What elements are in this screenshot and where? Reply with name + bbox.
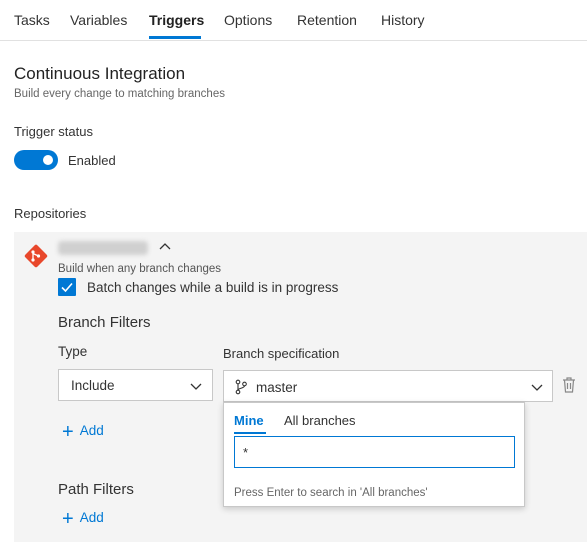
tab-variables[interactable]: Variables <box>70 12 127 28</box>
checkmark-icon <box>61 282 73 293</box>
batch-changes-label: Batch changes while a build is in progre… <box>87 280 339 295</box>
ci-subtitle: Build every change to matching branches <box>14 88 225 100</box>
branch-filters-heading: Branch Filters <box>58 314 151 331</box>
plus-icon: + <box>62 421 74 443</box>
add-branch-filter-label: Add <box>79 423 104 438</box>
tab-retention[interactable]: Retention <box>297 12 357 28</box>
add-path-filter-button[interactable]: + Add <box>62 508 104 531</box>
branch-icon <box>235 379 247 395</box>
ci-title: Continuous Integration <box>14 64 186 83</box>
dropdown-tab-mine[interactable]: Mine <box>234 413 264 428</box>
chevron-down-icon <box>531 384 543 391</box>
tab-tasks[interactable]: Tasks <box>14 12 50 28</box>
trigger-status-toggle[interactable] <box>14 150 58 170</box>
pivot-tabs: Tasks Variables Triggers Options Retenti… <box>0 0 587 41</box>
repositories-label: Repositories <box>14 206 87 221</box>
chevron-up-icon[interactable] <box>158 242 172 252</box>
build-when-text: Build when any branch changes <box>58 263 222 275</box>
toggle-knob <box>43 155 53 165</box>
dropdown-hint: Press Enter to search in 'All branches' <box>234 487 428 499</box>
batch-changes-checkbox[interactable] <box>58 278 76 296</box>
dropdown-tab-all-branches[interactable]: All branches <box>284 413 356 428</box>
branch-spec-column-label: Branch specification <box>223 346 340 361</box>
tab-triggers[interactable]: Triggers <box>149 12 204 28</box>
branch-search-input[interactable] <box>234 436 515 468</box>
path-filters-heading: Path Filters <box>58 481 134 498</box>
active-tab-indicator <box>149 36 201 39</box>
trigger-status-label: Trigger status <box>14 124 93 139</box>
add-branch-filter-button[interactable]: + Add <box>62 421 104 444</box>
filter-type-value: Include <box>71 378 115 393</box>
git-icon <box>24 244 48 268</box>
dropdown-active-tab-indicator <box>234 432 266 434</box>
repository-name-redacted <box>58 241 148 255</box>
branch-spec-select[interactable]: master <box>223 370 553 402</box>
branch-picker-dropdown: Mine All branches Press Enter to search … <box>223 402 525 507</box>
trash-icon[interactable] <box>561 376 577 394</box>
filter-type-select[interactable]: Include <box>58 369 213 401</box>
chevron-down-icon <box>190 383 202 390</box>
trigger-status-state: Enabled <box>68 153 116 168</box>
plus-icon: + <box>62 508 74 530</box>
tab-history[interactable]: History <box>381 12 425 28</box>
tab-options[interactable]: Options <box>224 12 272 28</box>
add-path-filter-label: Add <box>79 510 104 525</box>
type-column-label: Type <box>58 344 88 359</box>
branch-spec-value: master <box>256 380 298 395</box>
